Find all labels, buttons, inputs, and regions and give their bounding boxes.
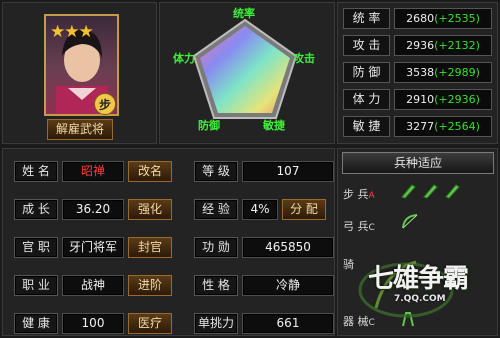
radar-label-command: 统率 <box>233 7 255 20</box>
stat-value-command: 2680(+2535) <box>394 8 492 29</box>
strengthen-button[interactable]: 强化 <box>128 199 172 220</box>
level-label: 等 级 <box>194 161 238 182</box>
stat-value-defense: 3538(+2989) <box>394 62 492 83</box>
stat-label-attack: 攻 击 <box>343 35 390 56</box>
unit-type-badge: 步 <box>94 93 116 115</box>
rename-button[interactable]: 改名 <box>128 161 172 182</box>
job-value: 战神 <box>62 275 124 296</box>
merit-label: 功 勋 <box>194 237 238 258</box>
troop-label-archer: 弓 兵 <box>343 220 369 233</box>
troop-label-infantry: 步 兵 <box>343 188 369 201</box>
star-rating: ★★★ <box>50 22 94 42</box>
promote-button[interactable]: 封官 <box>128 237 172 258</box>
stat-label-agility: 敏 捷 <box>343 116 390 137</box>
advance-button[interactable]: 进阶 <box>128 275 172 296</box>
solo-value: 661 <box>242 313 334 334</box>
dismiss-general-button[interactable]: 解雇武将 <box>47 119 113 140</box>
solo-label: 单挑力 <box>194 313 238 334</box>
troop-row-archer: 弓 兵C <box>343 218 375 234</box>
merit-value: 465850 <box>242 237 334 258</box>
office-label: 官 职 <box>14 237 58 258</box>
troop-row-infantry: 步 兵A <box>343 186 375 202</box>
grade-infantry: A <box>368 191 375 201</box>
stat-label-command: 统 率 <box>343 8 390 29</box>
stat-value-attack: 2936(+2132) <box>394 35 492 56</box>
job-label: 职 业 <box>14 275 58 296</box>
radar-label-defense: 防御 <box>198 119 220 132</box>
bow-icon <box>400 213 420 235</box>
growth-label: 成 长 <box>14 199 58 220</box>
radar-label-agility: 敏捷 <box>263 119 285 132</box>
stat-value-agility: 3277(+2564) <box>394 116 492 137</box>
name-value: 昭禅 <box>62 161 124 182</box>
health-value: 100 <box>62 313 124 334</box>
exp-label: 经 验 <box>194 199 238 220</box>
growth-value: 36.20 <box>62 199 124 220</box>
attribute-radar <box>192 18 298 119</box>
stat-value-stamina: 2910(+2936) <box>394 89 492 110</box>
allocate-button[interactable]: 分 配 <box>282 199 326 220</box>
logo-title: 七雄争霸 <box>368 264 469 294</box>
level-value: 107 <box>242 161 334 182</box>
temper-label: 性 格 <box>194 275 238 296</box>
exp-value: 4% <box>242 199 278 220</box>
grade-archer: C <box>368 223 375 233</box>
stat-label-defense: 防 御 <box>343 62 390 83</box>
office-value: 牙门将军 <box>62 237 124 258</box>
radar-label-attack: 攻击 <box>293 52 315 65</box>
stat-label-stamina: 体 力 <box>343 89 390 110</box>
sword-icon <box>400 181 464 203</box>
name-label: 姓 名 <box>14 161 58 182</box>
radar-label-stamina: 体力 <box>173 52 195 65</box>
temper-value: 冷静 <box>242 275 334 296</box>
logo-url: 7.QQ.COM <box>394 294 446 304</box>
heal-button[interactable]: 医疗 <box>128 313 172 334</box>
health-label: 健 康 <box>14 313 58 334</box>
troop-adapt-title: 兵种适应 <box>342 152 494 174</box>
game-logo-watermark: 七雄争霸 7.QQ.COM <box>346 240 498 330</box>
